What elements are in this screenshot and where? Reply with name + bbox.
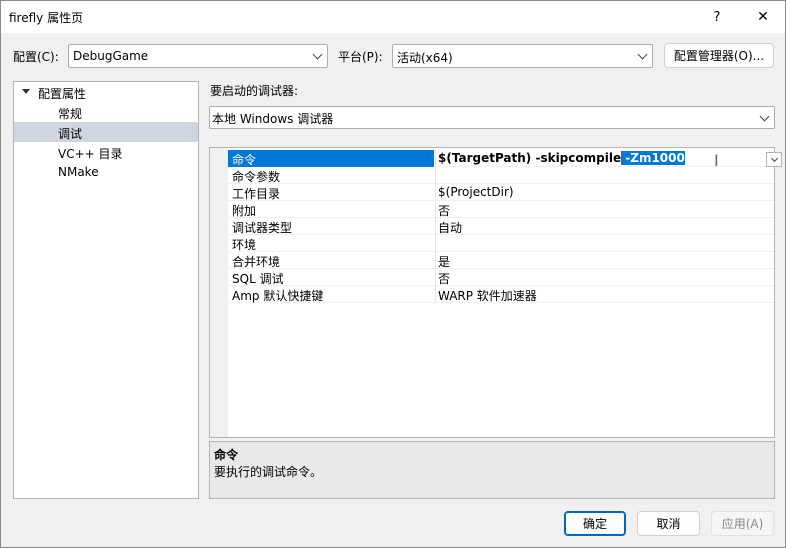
grid-gutter	[210, 148, 228, 437]
property-value[interactable]: 是	[438, 253, 450, 270]
property-name: 调试器类型	[232, 221, 293, 235]
description-text: 要执行的调试命令。	[214, 465, 323, 479]
property-row-sql-debugging[interactable]: SQL 调试 否	[228, 269, 774, 286]
property-row-command-args[interactable]: 命令参数	[228, 167, 774, 184]
expand-triangle-icon[interactable]	[22, 89, 30, 94]
debugger-value: 本地 Windows 调试器	[212, 112, 334, 126]
property-row-debugger-type[interactable]: 调试器类型 自动	[228, 218, 774, 235]
property-name: 工作目录	[232, 187, 281, 201]
column-divider	[435, 184, 436, 201]
description-title: 命令	[214, 448, 239, 462]
chevron-down-icon	[770, 154, 778, 162]
tree-root-config-properties[interactable]: 配置属性	[14, 82, 198, 102]
config-dropdown[interactable]: DebugGame	[68, 44, 328, 68]
property-tree: 配置属性 常规 调试 VC++ 目录 NMake	[13, 81, 199, 499]
text-cursor-icon: I	[714, 151, 719, 170]
column-divider	[435, 252, 436, 269]
property-name: SQL 调试	[232, 272, 284, 286]
close-button[interactable]: ✕	[740, 1, 786, 33]
property-name: 命令	[232, 153, 257, 167]
description-pane: 命令 要执行的调试命令。	[209, 441, 775, 499]
tree-item-label: 常规	[58, 107, 83, 121]
property-row-command[interactable]: 命令 $(TargetPath) -skipcompile -Zm1000 I	[228, 150, 782, 170]
cancel-button[interactable]: 取消	[637, 511, 700, 536]
tree-item-vc-directories[interactable]: VC++ 目录	[14, 142, 198, 162]
column-divider	[435, 269, 436, 286]
tree-root-label: 配置属性	[38, 87, 87, 101]
tree-item-nmake[interactable]: NMake	[14, 162, 198, 182]
property-row-amp-accelerator[interactable]: Amp 默认快捷键 WARP 软件加速器	[228, 286, 774, 303]
tree-item-debugging[interactable]: 调试	[14, 122, 198, 142]
property-name: 附加	[232, 204, 257, 218]
platform-label: 平台(P):	[338, 50, 383, 64]
property-row-working-dir[interactable]: 工作目录 $(ProjectDir)	[228, 184, 774, 201]
property-name: 命令参数	[232, 170, 281, 184]
column-divider	[435, 286, 436, 303]
chevron-down-icon	[310, 48, 324, 64]
command-value-field[interactable]: $(TargetPath) -skipcompile -Zm1000	[438, 151, 685, 165]
command-dropdown-button[interactable]	[766, 152, 782, 167]
chevron-down-icon	[757, 110, 771, 126]
help-icon: ?	[713, 9, 721, 25]
property-value[interactable]: WARP 软件加速器	[438, 287, 537, 304]
close-icon: ✕	[757, 9, 769, 25]
property-name: Amp 默认快捷键	[232, 289, 324, 303]
apply-button[interactable]: 应用(A)	[711, 511, 774, 536]
property-row-merge-environment[interactable]: 合并环境 是	[228, 252, 774, 269]
property-value[interactable]: $(ProjectDir)	[438, 185, 514, 199]
debugger-dropdown[interactable]: 本地 Windows 调试器	[209, 106, 775, 129]
debugger-label: 要启动的调试器:	[210, 84, 299, 98]
property-grid: 命令 $(TargetPath) -skipcompile -Zm1000 I …	[209, 147, 782, 438]
column-divider	[435, 235, 436, 252]
column-divider	[435, 201, 436, 218]
tree-item-label: 调试	[58, 127, 83, 141]
column-divider	[435, 150, 436, 167]
column-divider	[435, 167, 436, 184]
property-value[interactable]: 自动	[438, 219, 462, 236]
platform-dropdown[interactable]: 活动(x64)	[392, 44, 653, 68]
command-value-text: $(TargetPath) -skipcompile	[438, 151, 622, 165]
tree-item-label: NMake	[58, 165, 99, 179]
property-name: 合并环境	[232, 255, 281, 269]
config-label: 配置(C):	[13, 50, 59, 64]
tree-item-label: VC++ 目录	[58, 147, 123, 161]
property-pages-dialog: firefly 属性页 ? ✕ 配置(C): DebugGame 平台(P): …	[0, 0, 786, 548]
config-manager-button[interactable]: 配置管理器(O)...	[664, 43, 774, 68]
property-value[interactable]: 否	[438, 202, 450, 219]
title-bar: firefly 属性页 ? ✕	[1, 1, 785, 33]
property-row-environment[interactable]: 环境	[228, 235, 774, 252]
window-title: firefly 属性页	[9, 11, 84, 25]
chevron-down-icon	[635, 48, 649, 64]
property-value[interactable]: 否	[438, 270, 450, 287]
platform-value: 活动(x64)	[397, 51, 453, 65]
column-divider	[435, 218, 436, 235]
config-value: DebugGame	[73, 49, 149, 63]
property-name: 环境	[232, 238, 257, 252]
tree-item-general[interactable]: 常规	[14, 102, 198, 122]
property-row-attach[interactable]: 附加 否	[228, 201, 774, 218]
command-value-selected-text: -Zm1000	[621, 151, 685, 165]
help-button[interactable]: ?	[694, 1, 740, 33]
ok-button[interactable]: 确定	[564, 511, 626, 536]
